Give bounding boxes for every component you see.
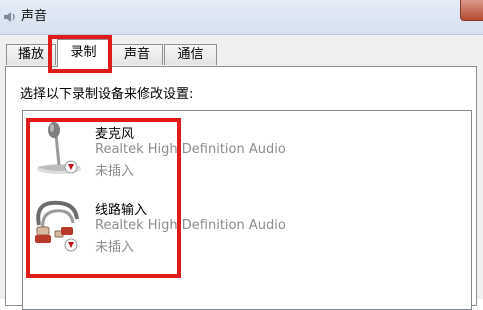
title-bar: 声音 [0,0,483,35]
highlight-box-devices [26,118,181,278]
window-title: 声音 [21,9,48,24]
speaker-icon [4,12,15,22]
tab-communications[interactable]: 通信 [164,44,217,65]
instruction-text: 选择以下录制设备来修改设置: [20,87,194,102]
tab-sounds[interactable]: 声音 [111,44,163,65]
highlight-box-recording-tab [48,35,112,73]
close-button[interactable] [460,0,483,21]
